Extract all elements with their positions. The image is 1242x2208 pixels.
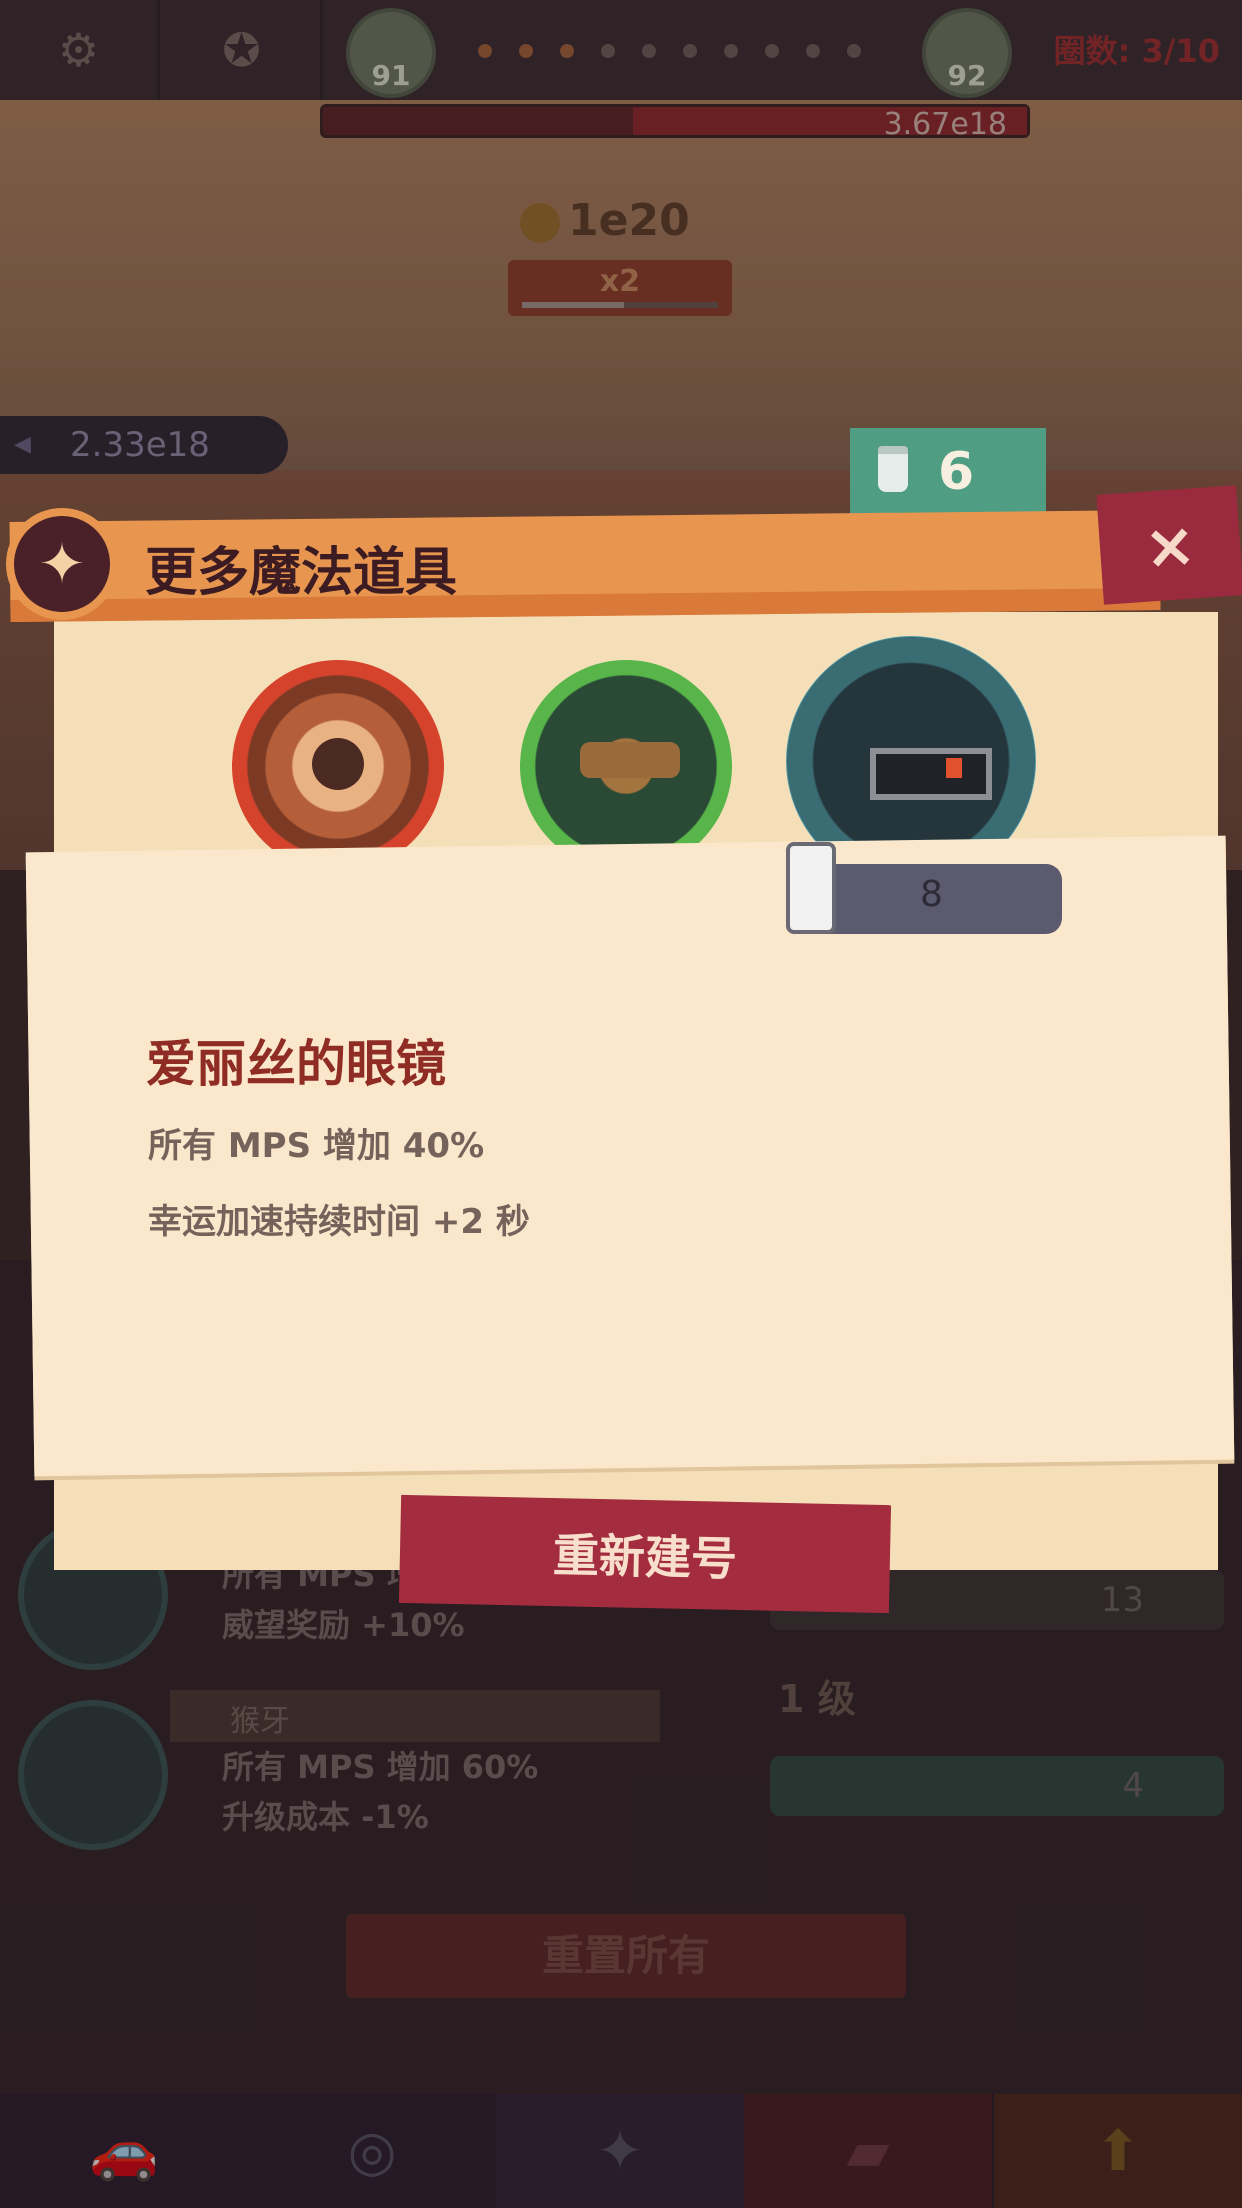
item-cost-pill: 8: [786, 842, 1062, 934]
item-effect-1: 所有 MPS 增加 40%: [148, 1126, 485, 1166]
jar-icon: [878, 446, 908, 492]
gun-item-icon[interactable]: [520, 660, 732, 872]
item-name: 爱丽丝的眼镜: [146, 1035, 446, 1093]
magic-star-icon: ✦: [6, 508, 118, 620]
modal-title: 更多魔法道具: [145, 543, 458, 603]
close-icon: ×: [1141, 506, 1199, 584]
gear-item-icon[interactable]: [232, 660, 444, 872]
jar-icon: [786, 842, 836, 934]
item-effect-2: 幸运加速持续时间 +2 秒: [148, 1202, 530, 1242]
jar-currency-counter: 6: [850, 428, 1046, 516]
close-button[interactable]: ×: [1096, 485, 1242, 605]
rebuild-button[interactable]: 重新建号: [398, 1494, 892, 1614]
